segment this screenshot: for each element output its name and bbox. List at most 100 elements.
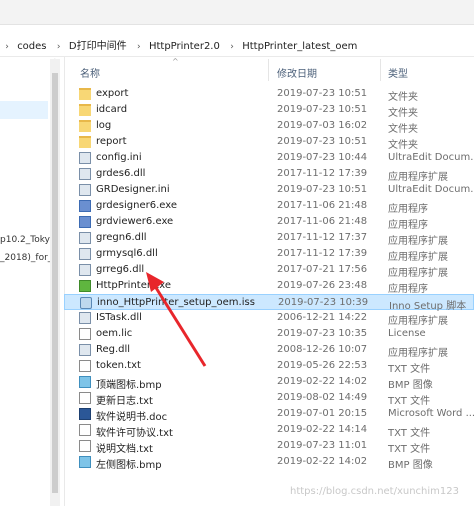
file-row[interactable]: 软件许可协议.txt 2019-02-22 14:14 TXT 文件 [64, 422, 474, 439]
nav-item[interactable]: p10.2_Tokyo [0, 235, 55, 245]
doc-file-icon [79, 424, 91, 436]
file-date: 2019-02-22 14:02 [277, 456, 368, 467]
file-date: 2019-08-02 14:49 [277, 392, 368, 403]
window-title-bar [0, 0, 474, 25]
file-name: token.txt [96, 360, 141, 371]
file-row[interactable]: log 2019-07-03 16:02 文件夹 [64, 118, 474, 135]
chevron-right-icon: › [5, 42, 9, 52]
doc-file-icon [79, 328, 91, 340]
gear-file-icon [79, 232, 91, 244]
file-name: HttpPrinter.exe [96, 280, 171, 291]
file-row[interactable]: token.txt 2019-05-26 22:53 TXT 文件 [64, 358, 474, 375]
file-name: export [96, 88, 129, 99]
nav-selected-item[interactable] [0, 101, 48, 119]
gear-file-icon [79, 168, 91, 180]
gear-file-icon [79, 152, 91, 164]
file-name: grdesigner6.exe [96, 200, 178, 211]
column-divider[interactable] [380, 59, 381, 81]
file-type: 文件夹 [388, 140, 418, 151]
file-date: 2019-07-23 10:35 [277, 328, 368, 339]
img-file-icon [79, 376, 91, 388]
file-name: 软件说明书.doc [96, 412, 168, 423]
file-name: oem.lic [96, 328, 133, 339]
file-type: 应用程序扩展 [388, 268, 448, 279]
navigation-pane: p10.2_Tokyo _2018)_for_L ▲ [0, 57, 65, 506]
folder-file-icon [79, 120, 91, 132]
file-name: gregn6.dll [96, 232, 147, 243]
file-date: 2017-11-06 21:48 [277, 216, 368, 227]
file-row[interactable]: grreg6.dll 2017-07-21 17:56 应用程序扩展 [64, 262, 474, 279]
nav-scrollbar-thumb[interactable] [52, 73, 58, 493]
file-type: TXT 文件 [388, 444, 431, 455]
breadcrumb-item-httpprinter[interactable]: HttpPrinter2.0 [149, 41, 220, 52]
file-date: 2019-07-23 10:51 [277, 104, 368, 115]
file-name: report [96, 136, 127, 147]
breadcrumb-item-latest-oem[interactable]: HttpPrinter_latest_oem [242, 41, 357, 52]
breadcrumb-item-codes[interactable]: codes [17, 41, 46, 52]
file-row[interactable]: gregn6.dll 2017-11-12 17:37 应用程序扩展 [64, 230, 474, 247]
file-name: config.ini [96, 152, 142, 163]
file-row[interactable]: grdviewer6.exe 2017-11-06 21:48 应用程序 [64, 214, 474, 231]
file-date: 2019-07-23 11:01 [277, 440, 368, 451]
gear-file-icon [79, 312, 91, 324]
file-row[interactable]: 顶端图标.bmp 2019-02-22 14:02 BMP 图像 [64, 374, 474, 391]
file-name: 更新日志.txt [96, 396, 153, 407]
file-name: grdviewer6.exe [96, 216, 174, 227]
file-row[interactable]: config.ini 2019-07-23 10:44 UltraEdit Docu… [64, 150, 474, 166]
file-row[interactable]: export 2019-07-23 10:51 文件夹 [64, 86, 474, 103]
file-date: 2019-07-01 20:15 [277, 408, 368, 419]
file-row[interactable]: 左侧图标.bmp 2019-02-22 14:02 BMP 图像 [64, 454, 474, 471]
breadcrumb: › codes › D打印中间件 › HttpPrinter2.0 › Http… [0, 37, 359, 52]
file-row[interactable]: oem.lic 2019-07-23 10:35 License [64, 326, 474, 342]
column-header-date[interactable]: 修改日期 [277, 65, 317, 80]
file-type: 应用程序扩展 [388, 236, 448, 247]
file-type: 应用程序扩展 [388, 348, 448, 359]
watermark: https://blog.csdn.net/xunchim123 [290, 486, 460, 497]
gear-file-icon [79, 184, 91, 196]
file-row[interactable]: grdes6.dll 2017-11-12 17:39 应用程序扩展 [64, 166, 474, 183]
file-date: 2017-11-12 17:39 [277, 248, 368, 259]
nav-scrollbar[interactable] [50, 59, 60, 506]
exe-file-icon [79, 216, 91, 228]
file-row[interactable]: idcard 2019-07-23 10:51 文件夹 [64, 102, 474, 119]
file-type: TXT 文件 [388, 396, 431, 407]
file-type: UltraEdit Docum... [388, 184, 474, 195]
file-type: UltraEdit Docum... [388, 152, 474, 163]
file-name: inno_HttpPrinter_setup_oem.iss [97, 297, 255, 308]
file-type: TXT 文件 [388, 364, 431, 375]
file-type: 应用程序 [388, 284, 428, 295]
address-bar[interactable]: › codes › D打印中间件 › HttpPrinter2.0 › Http… [0, 30, 474, 57]
file-type: 应用程序 [388, 220, 428, 231]
file-row[interactable]: GRDesigner.ini 2019-07-23 10:51 UltraEdit … [64, 182, 474, 198]
file-name: Reg.dll [96, 344, 131, 355]
file-row[interactable]: HttpPrinter.exe 2019-07-26 23:48 应用程序 [64, 278, 474, 295]
file-row[interactable]: 说明文档.txt 2019-07-23 11:01 TXT 文件 [64, 438, 474, 455]
nav-item[interactable]: _2018)_for_L [0, 253, 57, 263]
breadcrumb-item-middleware[interactable]: D打印中间件 [69, 37, 127, 52]
file-name: GRDesigner.ini [96, 184, 170, 195]
file-date: 2019-07-03 16:02 [277, 120, 368, 131]
column-divider[interactable] [268, 59, 269, 81]
file-type: TXT 文件 [388, 428, 431, 439]
file-row[interactable]: ISTask.dll 2006-12-21 14:22 应用程序扩展 [64, 310, 474, 327]
file-type: BMP 图像 [388, 380, 433, 391]
file-name: log [96, 120, 112, 131]
file-row[interactable]: 更新日志.txt 2019-08-02 14:49 TXT 文件 [64, 390, 474, 407]
gear-file-icon [79, 264, 91, 276]
file-date: 2019-02-22 14:02 [277, 376, 368, 387]
file-date: 2019-07-23 10:51 [277, 184, 368, 195]
column-header-name[interactable]: 名称 [80, 65, 100, 80]
file-row[interactable]: report 2019-07-23 10:51 文件夹 [64, 134, 474, 151]
column-header-type[interactable]: 类型 [388, 65, 408, 80]
file-row[interactable]: Reg.dll 2008-12-26 10:07 应用程序扩展 [64, 342, 474, 359]
file-type: License [388, 328, 426, 339]
file-name: grmysql6.dll [96, 248, 158, 259]
file-list: ^ 名称 修改日期 类型 export 2019-07-23 10:51 文件夹 id… [64, 57, 474, 506]
file-name: 左侧图标.bmp [96, 460, 162, 471]
file-row[interactable]: 软件说明书.doc 2019-07-01 20:15 Microsoft Word … [64, 406, 474, 423]
file-row[interactable]: grdesigner6.exe 2017-11-06 21:48 应用程序 [64, 198, 474, 215]
file-row[interactable]: inno_HttpPrinter_setup_oem.iss 2019-07-23… [64, 294, 474, 312]
file-row[interactable]: grmysql6.dll 2017-11-12 17:39 应用程序扩展 [64, 246, 474, 263]
doc-file-icon [79, 360, 91, 372]
file-date: 2019-05-26 22:53 [277, 360, 368, 371]
